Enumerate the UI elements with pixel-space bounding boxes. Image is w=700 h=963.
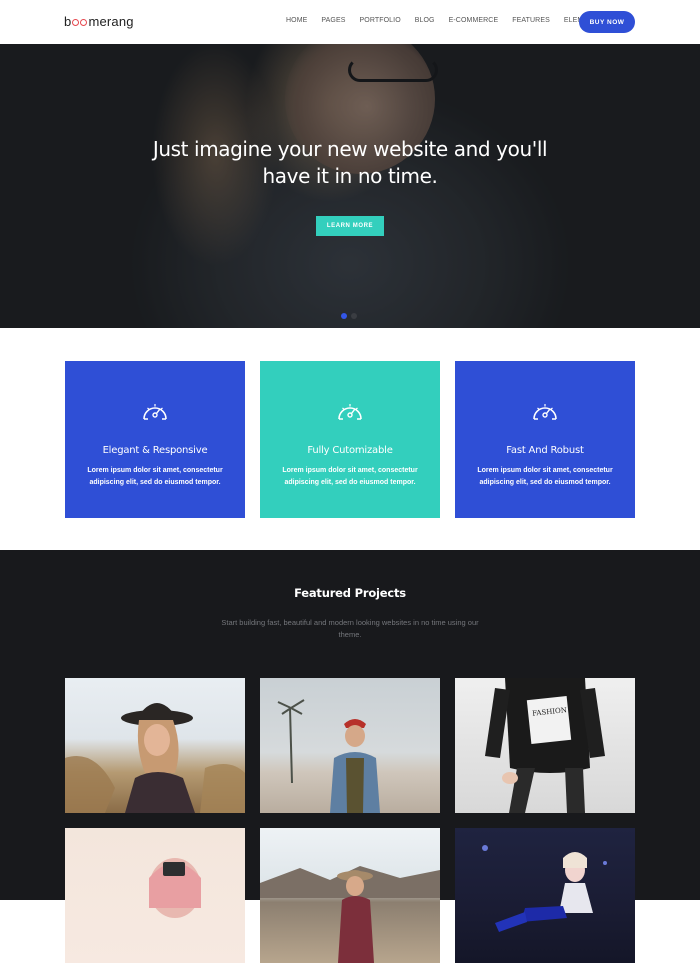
project-thumbnail[interactable]: FASHION [455, 678, 635, 813]
project-image [65, 703, 245, 813]
feature-text: Lorem ipsum dolor sit amet, consectetur … [282, 467, 418, 486]
project-thumbnail[interactable] [260, 828, 440, 963]
logo-prefix: b [64, 14, 72, 29]
slider-dot-1[interactable] [341, 313, 347, 319]
nav-item-pages[interactable]: PAGES [321, 17, 345, 24]
project-thumbnail[interactable] [455, 828, 635, 963]
feature-text: Lorem ipsum dolor sit amet, consectetur … [87, 467, 223, 486]
nav-item-home[interactable]: HOME [286, 17, 307, 24]
nav-item-portfolio[interactable]: PORTFOLIO [360, 17, 401, 24]
feature-text: Lorem ipsum dolor sit amet, consectetur … [477, 467, 613, 486]
project-image: FASHION [485, 678, 605, 813]
slider-dot-2[interactable] [351, 313, 357, 319]
hero-title: Just imagine your new website and you'll… [152, 137, 548, 188]
project-image [149, 858, 201, 918]
speedometer-icon [143, 404, 167, 420]
learn-more-button[interactable]: LEARN MORE [316, 216, 384, 236]
main-nav: HOME PAGES PORTFOLIO BLOG E-COMMERCE FEA… [286, 17, 616, 24]
hero-slider: Just imagine your new website and you'll… [0, 44, 700, 328]
features-section: Elegant & Responsive Lorem ipsum dolor s… [0, 328, 700, 550]
logo-rings-icon [72, 18, 88, 26]
project-image [260, 866, 440, 963]
feature-title: Elegant & Responsive [102, 445, 208, 456]
project-thumbnail[interactable] [65, 678, 245, 813]
feature-card-1: Elegant & Responsive Lorem ipsum dolor s… [65, 361, 245, 518]
project-image [277, 699, 380, 813]
speedometer-icon [338, 404, 362, 420]
feature-card-3: Fast And Robust Lorem ipsum dolor sit am… [455, 361, 635, 518]
feature-title: Fully Cutomizable [307, 445, 393, 456]
feature-card-2: Fully Cutomizable Lorem ipsum dolor sit … [260, 361, 440, 518]
nav-item-ecommerce[interactable]: E-COMMERCE [449, 17, 499, 24]
nav-item-features[interactable]: FEATURES [512, 17, 550, 24]
section-title: Featured Projects [294, 586, 406, 600]
logo[interactable]: b merang [64, 14, 134, 29]
buy-now-button[interactable]: BUY NOW [579, 11, 635, 33]
feature-title: Fast And Robust [506, 445, 584, 456]
speedometer-icon [533, 404, 557, 420]
site-header: b merang HOME PAGES PORTFOLIO BLOG E-COM… [0, 0, 700, 44]
project-image [482, 845, 607, 932]
project-thumbnail[interactable] [65, 828, 245, 963]
slider-dots [341, 313, 357, 319]
featured-projects-section: Featured Projects Start building fast, b… [0, 550, 700, 963]
nav-item-blog[interactable]: BLOG [415, 17, 435, 24]
section-subtitle: Start building fast, beautiful and moder… [221, 618, 479, 639]
logo-suffix: merang [88, 14, 134, 29]
project-thumbnail[interactable] [260, 678, 440, 813]
